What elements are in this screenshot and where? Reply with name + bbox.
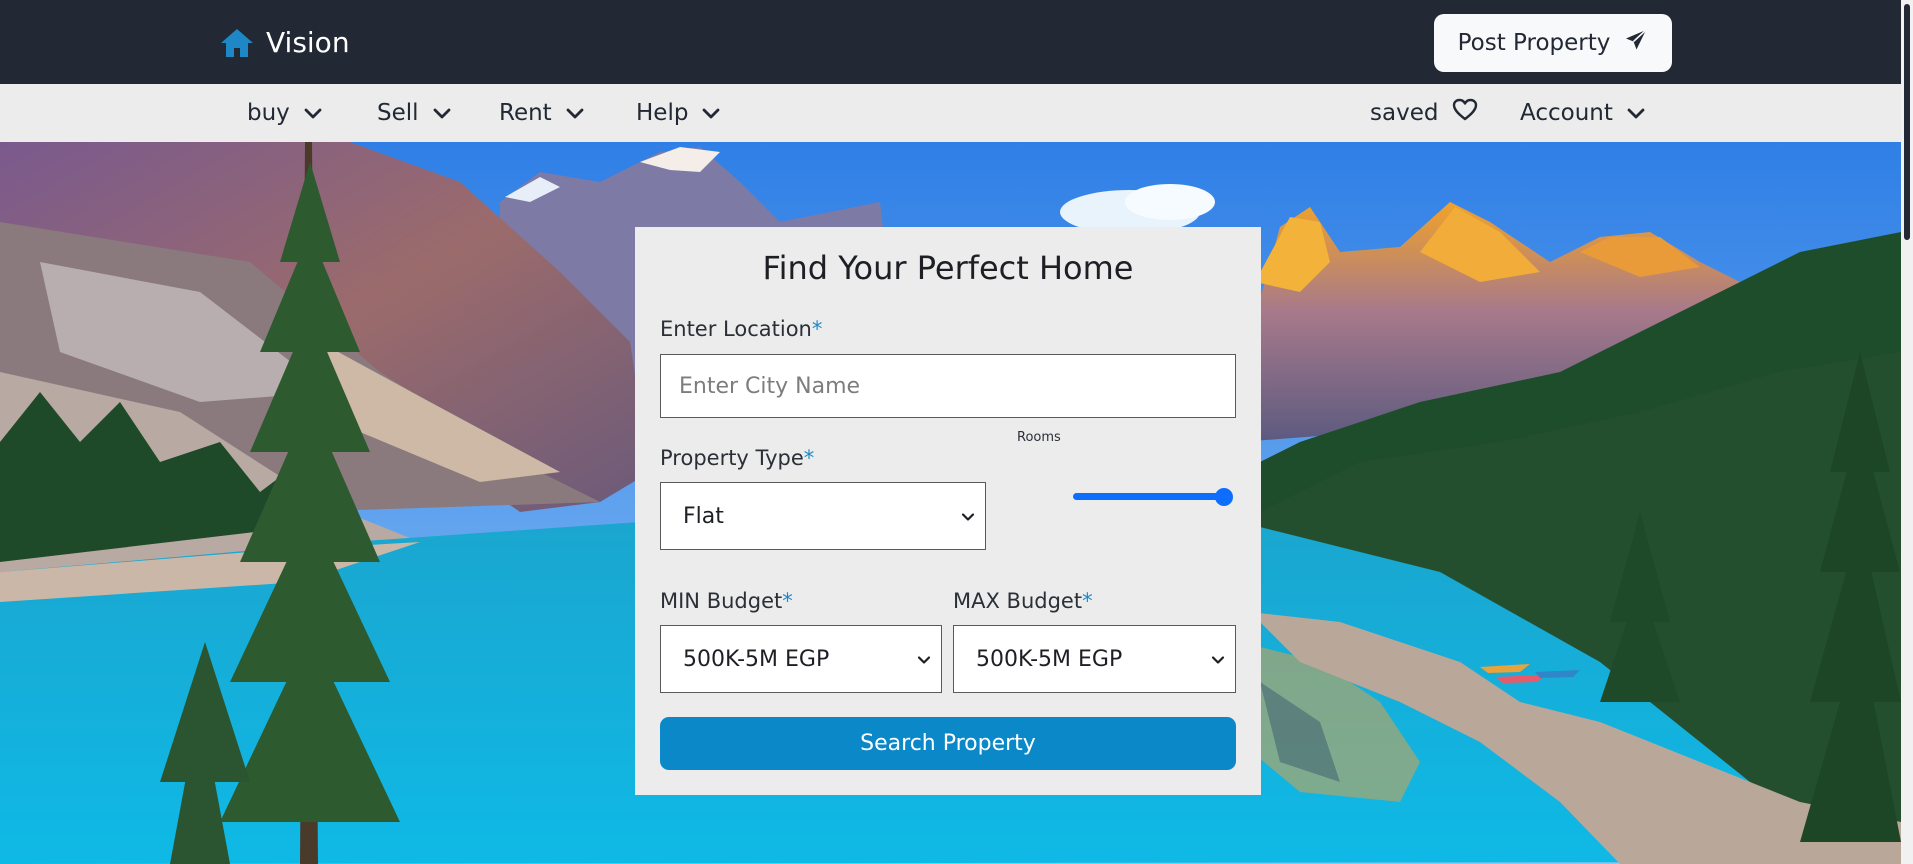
main-nav: buy Sell Rent Help saved Account <box>0 84 1901 142</box>
nav-item-label: buy <box>247 100 290 126</box>
min-budget-label: MIN Budget* <box>660 589 793 613</box>
rooms-slider-thumb[interactable] <box>1215 488 1233 506</box>
search-title: Find Your Perfect Home <box>762 249 1134 287</box>
property-type-value: Flat <box>683 503 724 529</box>
nav-item-buy[interactable]: buy <box>247 84 322 142</box>
location-placeholder: Enter City Name <box>679 373 861 399</box>
top-header: Vision Post Property <box>0 0 1901 84</box>
rooms-slider[interactable] <box>1073 493 1223 500</box>
location-label: Enter Location* <box>660 317 823 341</box>
post-property-button[interactable]: Post Property <box>1434 14 1672 72</box>
nav-item-label: Sell <box>377 100 419 126</box>
required-marker: * <box>811 317 823 341</box>
home-icon <box>220 28 254 58</box>
nav-item-help[interactable]: Help <box>636 84 720 142</box>
chevron-down-icon <box>702 100 720 126</box>
min-budget-value: 500K-5M EGP <box>683 646 830 672</box>
chevron-down-icon <box>1627 100 1645 126</box>
nav-item-label: Help <box>636 100 689 126</box>
heart-icon <box>1452 98 1478 128</box>
brand-name: Vision <box>266 26 350 59</box>
chevron-down-icon <box>961 504 975 529</box>
max-budget-select[interactable]: 500K-5M EGP <box>953 625 1236 693</box>
chevron-down-icon <box>433 100 451 126</box>
property-type-label: Property Type* <box>660 446 815 470</box>
location-input[interactable]: Enter City Name <box>660 354 1236 418</box>
page-scrollbar[interactable] <box>1901 0 1913 864</box>
min-budget-select[interactable]: 500K-5M EGP <box>660 625 942 693</box>
nav-item-label: Rent <box>499 100 552 126</box>
required-marker: * <box>1082 589 1093 613</box>
chevron-down-icon <box>566 100 584 126</box>
paper-plane-icon <box>1624 28 1648 58</box>
chevron-down-icon <box>304 100 322 126</box>
max-budget-value: 500K-5M EGP <box>976 646 1123 672</box>
rooms-label: Rooms <box>1017 430 1061 445</box>
post-property-label: Post Property <box>1457 30 1611 56</box>
nav-item-rent[interactable]: Rent <box>499 84 584 142</box>
saved-label: saved <box>1370 100 1439 126</box>
property-type-select[interactable]: Flat <box>660 482 986 550</box>
search-card: Find Your Perfect Home Enter Location* E… <box>635 227 1261 795</box>
brand-logo[interactable]: Vision <box>220 26 350 59</box>
chevron-down-icon <box>917 647 931 672</box>
max-budget-label: MAX Budget* <box>953 589 1093 613</box>
nav-item-saved[interactable]: saved <box>1370 84 1478 142</box>
scrollbar-thumb[interactable] <box>1904 4 1910 240</box>
chevron-down-icon <box>1211 647 1225 672</box>
nav-item-sell[interactable]: Sell <box>377 84 451 142</box>
account-label: Account <box>1520 100 1613 126</box>
required-marker: * <box>782 589 793 613</box>
nav-item-account[interactable]: Account <box>1520 84 1645 142</box>
search-property-button[interactable]: Search Property <box>660 717 1236 770</box>
required-marker: * <box>803 446 815 470</box>
